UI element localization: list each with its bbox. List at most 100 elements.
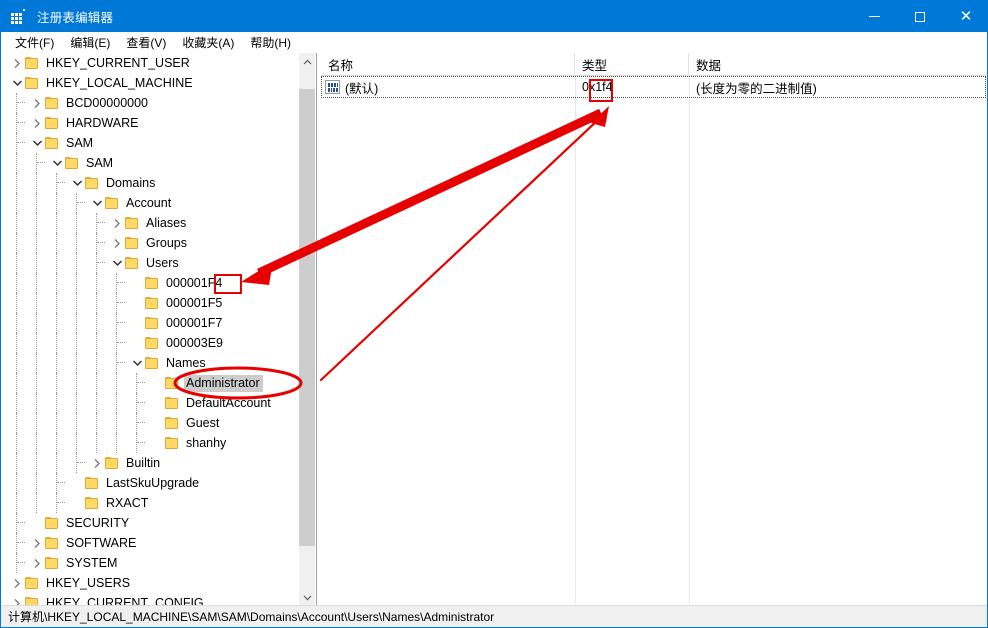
tree-scrollbar-thumb[interactable] <box>299 89 315 546</box>
tree-item-label: RXACT <box>106 495 149 510</box>
minimize-icon <box>868 16 880 17</box>
chevron-down-icon[interactable] <box>109 253 125 273</box>
tree-item-hkey-local-machine[interactable]: HKEY_LOCAL_MACHINE <box>1 73 300 93</box>
chevron-right-icon[interactable] <box>109 213 125 233</box>
folder-icon <box>145 296 159 310</box>
tree-item-system[interactable]: SYSTEM <box>1 553 300 573</box>
tree-item-shanhy[interactable]: shanhy <box>1 433 300 453</box>
tree-guide-line <box>36 433 38 453</box>
tree-item-sam[interactable]: SAM <box>1 133 300 153</box>
chevron-right-icon[interactable] <box>29 553 45 573</box>
registry-tree[interactable]: HKEY_CURRENT_USER HKEY_LOCAL_MACHINE BCD00… <box>1 53 300 606</box>
column-header-type[interactable]: 类型 <box>575 53 689 75</box>
chevron-right-icon[interactable] <box>89 453 105 473</box>
tree-item-sam[interactable]: SAM <box>1 153 300 173</box>
tree-item-hardware[interactable]: HARDWARE <box>1 113 300 133</box>
tree-item-000001f4[interactable]: 000001F4 <box>1 273 300 293</box>
chevron-right-icon[interactable] <box>109 233 125 253</box>
chevron-down-icon[interactable] <box>29 133 45 153</box>
maximize-button[interactable] <box>897 1 943 32</box>
minimize-button[interactable] <box>851 1 897 32</box>
tree-guide-line <box>116 393 118 413</box>
scroll-down-arrow-icon[interactable] <box>299 589 315 606</box>
tree-scrollbar[interactable] <box>299 53 315 606</box>
tree-item-users[interactable]: Users <box>1 253 300 273</box>
tree-item-000003e9[interactable]: 000003E9 <box>1 333 300 353</box>
tree-item-bcd00000000[interactable]: BCD00000000 <box>1 93 300 113</box>
tree-item-label: SOFTWARE <box>66 535 137 550</box>
folder-icon <box>145 356 159 370</box>
tree-item-rxact[interactable]: RXACT <box>1 493 300 513</box>
chevron-right-icon[interactable] <box>9 573 25 593</box>
menu-bar: 文件(F) 编辑(E) 查看(V) 收藏夹(A) 帮助(H) <box>1 32 987 53</box>
tree-item-label: HKEY_CURRENT_USER <box>46 55 190 70</box>
tree-item-label: 000001F7 <box>166 315 223 330</box>
tree-elbow-line <box>137 442 145 444</box>
tree-item-label: Groups <box>146 235 187 250</box>
values-list[interactable]: (默认) 0x1f4 (长度为零的二进制值) <box>321 76 986 604</box>
tree-item-hkey-users[interactable]: HKEY_USERS <box>1 573 300 593</box>
column-header-type-label: 类型 <box>582 58 608 73</box>
tree-item-lastskuupgrade[interactable]: LastSkuUpgrade <box>1 473 300 493</box>
tree-guide-line <box>36 473 38 493</box>
menu-edit[interactable]: 编辑(E) <box>62 32 118 53</box>
chevron-down-icon[interactable] <box>89 193 105 213</box>
tree-item-software[interactable]: SOFTWARE <box>1 533 300 553</box>
chevron-right-icon[interactable] <box>29 113 45 133</box>
tree-elbow-line <box>137 422 145 424</box>
chevron-down-icon[interactable] <box>69 173 85 193</box>
column-header-data[interactable]: 数据 <box>689 53 986 75</box>
close-button[interactable]: ✕ <box>943 1 987 32</box>
chevron-right-icon[interactable] <box>29 93 45 113</box>
folder-icon <box>65 156 79 170</box>
tree-item-defaultaccount[interactable]: DefaultAccount <box>1 393 300 413</box>
tree-item-hkey-current-user[interactable]: HKEY_CURRENT_USER <box>1 53 300 73</box>
tree-guide-line <box>96 373 98 393</box>
tree-item-names[interactable]: Names <box>1 353 300 373</box>
tree-item-security[interactable]: SECURITY <box>1 513 300 533</box>
tree-elbow-line <box>17 562 25 564</box>
scroll-up-arrow-icon[interactable] <box>299 53 315 70</box>
tree-item-label: DefaultAccount <box>186 395 271 410</box>
chevron-right-icon[interactable] <box>29 533 45 553</box>
tree-item-000001f7[interactable]: 000001F7 <box>1 313 300 333</box>
folder-icon <box>145 336 159 350</box>
tree-guide-line <box>16 193 18 213</box>
tree-guide-line <box>16 373 18 393</box>
menu-help[interactable]: 帮助(H) <box>242 32 299 53</box>
tree-item-domains[interactable]: Domains <box>1 173 300 193</box>
tree-item-groups[interactable]: Groups <box>1 233 300 253</box>
menu-favorites[interactable]: 收藏夹(A) <box>174 32 242 53</box>
tree-item-aliases[interactable]: Aliases <box>1 213 300 233</box>
tree-elbow-line <box>97 242 105 244</box>
tree-item-guest[interactable]: Guest <box>1 413 300 433</box>
column-header-name[interactable]: 名称 <box>321 53 575 75</box>
value-type-cell: 0x1f4 <box>575 76 689 98</box>
folder-icon <box>45 556 59 570</box>
table-row[interactable]: (默认) 0x1f4 (长度为零的二进制值) <box>321 76 986 98</box>
tree-item-label: HKEY_LOCAL_MACHINE <box>46 75 193 90</box>
chevron-down-icon[interactable] <box>9 73 25 93</box>
tree-item-label: SECURITY <box>66 515 130 530</box>
tree-item-account[interactable]: Account <box>1 193 300 213</box>
menu-view[interactable]: 查看(V) <box>118 32 174 53</box>
folder-icon <box>145 316 159 330</box>
folder-icon <box>45 536 59 550</box>
tree-item-000001f5[interactable]: 000001F5 <box>1 293 300 313</box>
menu-file[interactable]: 文件(F) <box>7 32 62 53</box>
chevron-down-icon[interactable] <box>129 353 145 373</box>
chevron-right-icon[interactable] <box>9 53 25 73</box>
tree-item-builtin[interactable]: Builtin <box>1 453 300 473</box>
tree-guide-line <box>36 253 38 273</box>
registry-values-pane: 名称 类型 数据 (默认) 0x1f4 (长度为零的二进制值) <box>318 53 987 606</box>
tree-item-administrator[interactable]: Administrator <box>1 373 300 393</box>
tree-guide-line <box>56 433 58 453</box>
tree-elbow-line <box>77 202 85 204</box>
chevron-down-icon[interactable] <box>49 153 65 173</box>
window-title: 注册表编辑器 <box>37 11 114 25</box>
tree-guide-line <box>36 193 38 213</box>
